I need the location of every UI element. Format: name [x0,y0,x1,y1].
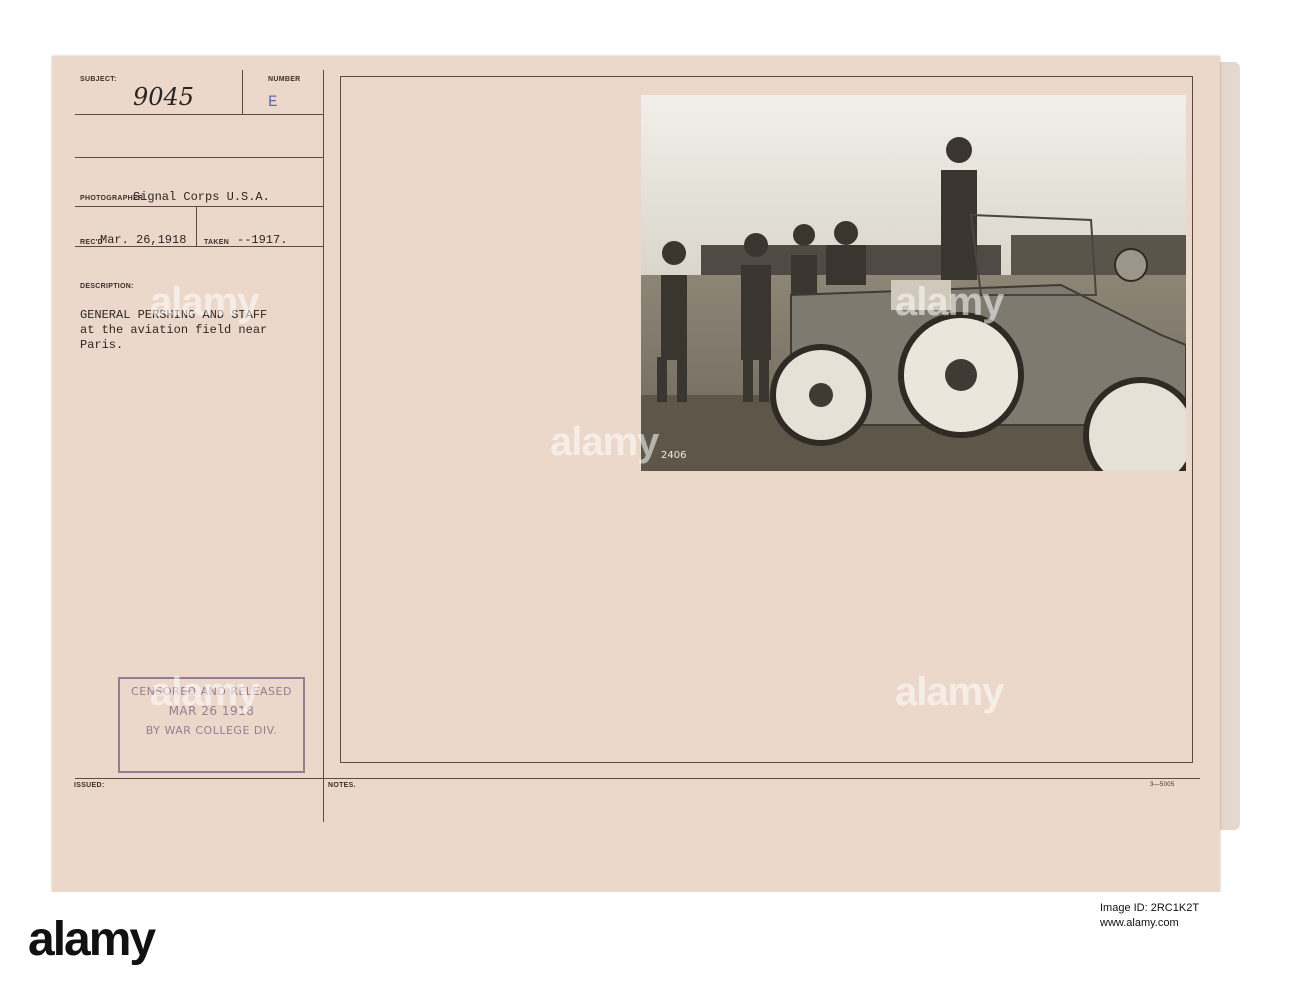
watermark-3: alamy [150,670,259,714]
photographer-value: Signal Corps U.S.A. [133,190,270,204]
notes-label: NOTES. [328,782,356,789]
number-value: E [268,93,278,111]
watermark-4: alamy [895,670,1004,714]
rule-2 [75,157,323,158]
taken-value: --1917. [237,233,288,247]
stamp-line-3: BY WAR COLLEGE DIV. [145,724,278,737]
site-url: www.alamy.com [1100,917,1179,929]
description-line-3: Paris. [80,338,124,352]
number-label: NUMBER [268,76,301,83]
watermark-1: alamy [150,280,259,324]
watermark-5: alamy [550,420,659,464]
watermark-2: alamy [895,280,1004,324]
subject-number: 9045 [133,83,195,111]
taken-label: TAKEN [204,239,230,246]
subject-divider [242,70,243,114]
description-line-2: at the aviation field near [80,323,268,337]
recd-value: Mar. 26,1918 [100,233,187,247]
bottom-rule [75,778,1200,779]
rule-1 [75,114,323,115]
rule-4 [75,246,323,247]
description-label: DESCRIPTION: [80,283,134,290]
rule-3 [75,206,323,207]
image-id: Image ID: 2RC1K2T [1100,902,1200,914]
alamy-logo: alamy [28,913,156,966]
form-code: 3—5005 [1150,782,1175,788]
negative-number: 2406 [661,450,687,461]
date-divider [196,206,197,246]
issued-label: ISSUED: [74,782,105,789]
column-divider [323,70,324,822]
subject-label: SUBJECT: [80,76,117,83]
